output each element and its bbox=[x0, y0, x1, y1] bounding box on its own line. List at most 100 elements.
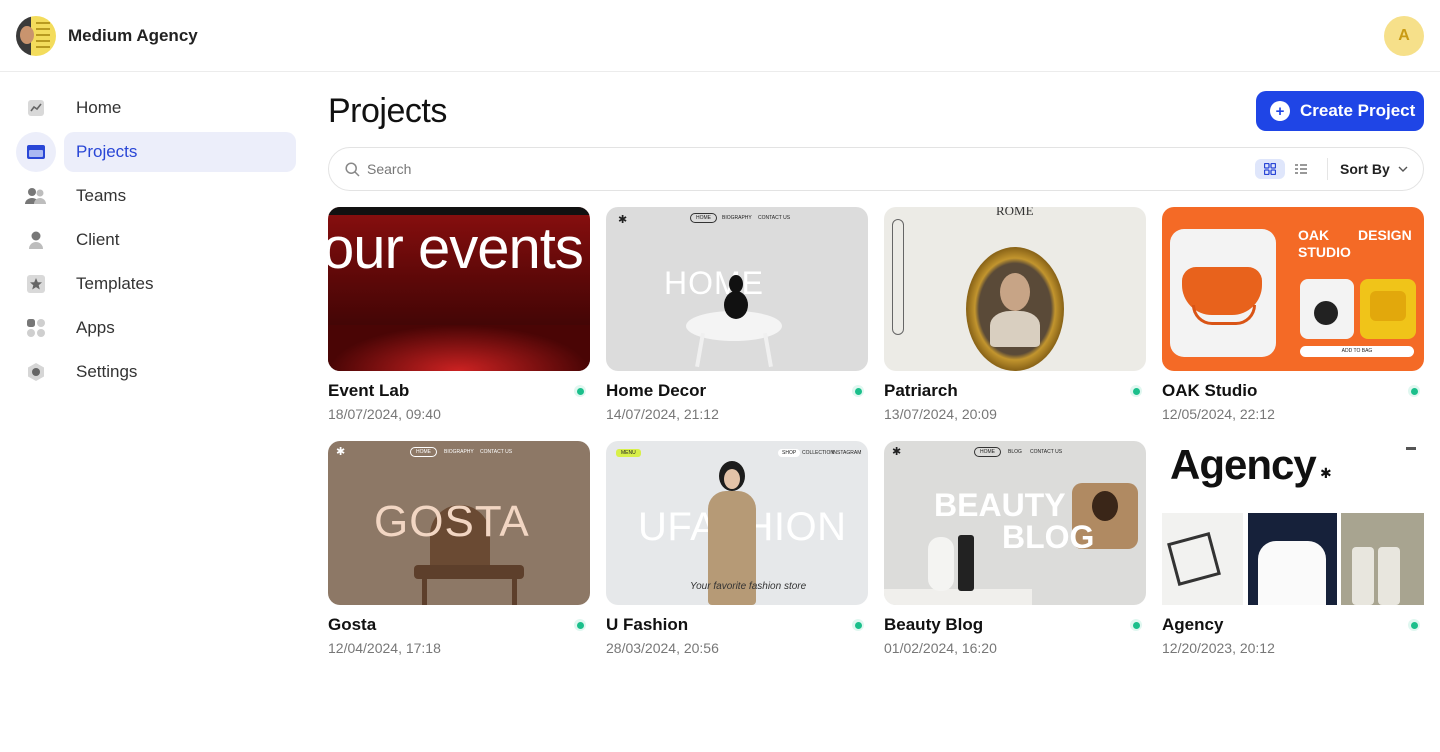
thumb-nav-item: INSTAGRAM bbox=[832, 450, 862, 456]
project-card[interactable]: Agency ✱ Agency 12/20/2023, 20:12 bbox=[1162, 441, 1424, 661]
project-date: 12/20/2023, 20:12 bbox=[1162, 640, 1275, 656]
project-name: Patriarch bbox=[884, 381, 958, 400]
sort-by-dropdown[interactable]: Sort By bbox=[1340, 161, 1408, 177]
project-thumbnail[interactable]: ✱ HOME BIOGRAPHY CONTACT US GOSTA bbox=[328, 441, 590, 605]
sidebar-item-settings[interactable]: Settings bbox=[16, 352, 296, 392]
project-date: 14/07/2024, 21:12 bbox=[606, 406, 719, 422]
project-card[interactable]: ✱ HOME BIOGRAPHY CONTACT US GOSTA Gosta … bbox=[328, 441, 590, 661]
plus-icon: + bbox=[1270, 101, 1290, 121]
search-icon bbox=[345, 162, 360, 182]
project-card[interactable]: MENU SHOP COLLECTION INSTAGRAM UFASHION … bbox=[606, 441, 868, 661]
create-project-label: Create Project bbox=[1300, 101, 1416, 120]
apps-icon bbox=[16, 308, 56, 348]
project-name: Home Decor bbox=[606, 381, 707, 400]
sidebar-item-home[interactable]: Home bbox=[16, 88, 296, 128]
project-name: Beauty Blog bbox=[884, 615, 984, 634]
project-date: 01/02/2024, 16:20 bbox=[884, 640, 997, 656]
thumb-heading: our events bbox=[328, 216, 584, 281]
sidebar-item-label: Apps bbox=[76, 318, 115, 337]
sidebar-item-client[interactable]: Client bbox=[16, 220, 296, 260]
project-date: 18/07/2024, 09:40 bbox=[328, 406, 441, 422]
project-card[interactable]: OAK STUDIO DESIGN ADD TO BAG OAK Studio … bbox=[1162, 207, 1424, 427]
thumb-heading: HOME bbox=[664, 265, 764, 301]
thumb-nav-item: CONTACT US bbox=[1030, 449, 1063, 455]
sidebar-item-label: Projects bbox=[76, 142, 138, 161]
thumb-nav-item: CONTACT US bbox=[758, 215, 791, 221]
logo-icon: ✱ bbox=[892, 446, 902, 458]
chevron-down-icon bbox=[1398, 166, 1408, 172]
thumb-heading: GOSTA bbox=[374, 497, 530, 546]
search-bar: Sort By bbox=[328, 147, 1424, 191]
divider bbox=[1327, 158, 1328, 180]
project-name: Event Lab bbox=[328, 381, 410, 400]
team-icon bbox=[16, 176, 56, 216]
sidebar-item-projects[interactable]: Projects bbox=[16, 132, 296, 172]
thumb-nav-item: BIOGRAPHY bbox=[722, 215, 752, 221]
project-name: Gosta bbox=[328, 615, 377, 634]
status-indicator bbox=[852, 619, 864, 631]
thumb-heading: OAK STUDIO bbox=[1298, 227, 1351, 260]
thumb-nav-item: COLLECTION bbox=[802, 450, 834, 456]
logo-icon: ✱ bbox=[336, 446, 346, 458]
project-card[interactable]: ROME Patriarch 13/07/2024, 20:09 bbox=[884, 207, 1146, 427]
thumb-subtitle: Your favorite fashion store bbox=[690, 581, 807, 592]
project-thumbnail[interactable]: MENU SHOP COLLECTION INSTAGRAM UFASHION … bbox=[606, 441, 868, 605]
page-title: Projects bbox=[328, 92, 447, 130]
asterisk-icon: ✱ bbox=[1320, 465, 1332, 481]
org-avatar[interactable] bbox=[16, 16, 56, 56]
thumb-nav-item: HOME bbox=[690, 213, 717, 223]
grid-icon bbox=[1264, 163, 1276, 175]
project-name: U Fashion bbox=[606, 615, 689, 634]
user-icon bbox=[16, 220, 56, 260]
project-thumbnail[interactable]: ROME bbox=[884, 207, 1146, 371]
thumb-heading: Agency bbox=[1170, 441, 1317, 488]
project-date: 13/07/2024, 20:09 bbox=[884, 406, 997, 422]
sidebar-item-label: Client bbox=[76, 230, 120, 249]
thumb-heading: ROME bbox=[996, 207, 1034, 218]
thumb-nav-item: CONTACT US bbox=[480, 449, 513, 455]
logo-icon: ✱ bbox=[618, 214, 628, 226]
thumb-heading-2: DESIGN bbox=[1358, 227, 1412, 243]
project-date: 12/04/2024, 17:18 bbox=[328, 640, 441, 656]
chart-icon bbox=[16, 88, 56, 128]
menu-badge: MENU bbox=[616, 449, 641, 457]
list-icon bbox=[1295, 164, 1307, 174]
project-name: OAK Studio bbox=[1162, 381, 1258, 400]
grid-view-button[interactable] bbox=[1255, 159, 1285, 179]
folder-icon bbox=[16, 132, 56, 172]
thumb-nav-item: BIOGRAPHY bbox=[444, 449, 474, 455]
status-indicator bbox=[1408, 385, 1420, 397]
gear-icon bbox=[16, 352, 56, 392]
sidebar-item-teams[interactable]: Teams bbox=[16, 176, 296, 216]
sidebar-item-templates[interactable]: Templates bbox=[16, 264, 296, 304]
project-name: Agency bbox=[1162, 615, 1224, 634]
thumb-nav-item: BLOG bbox=[1008, 449, 1022, 455]
sidebar-item-label: Settings bbox=[76, 362, 138, 381]
create-project-button[interactable]: + Create Project bbox=[1256, 91, 1424, 131]
sidebar-item-label: Home bbox=[76, 98, 122, 117]
star-icon bbox=[16, 264, 56, 304]
project-card[interactable]: our events Event Lab 18/07/2024, 09:40 bbox=[328, 207, 590, 427]
project-thumbnail[interactable]: ✱ HOME BLOG CONTACT US BEAUTY BLOG bbox=[884, 441, 1146, 605]
thumb-nav-item: SHOP bbox=[778, 449, 801, 457]
project-thumbnail[interactable]: OAK STUDIO DESIGN ADD TO BAG bbox=[1162, 207, 1424, 371]
project-date: 12/05/2024, 22:12 bbox=[1162, 406, 1275, 422]
status-indicator bbox=[852, 385, 864, 397]
project-thumbnail[interactable]: ✱ HOME BIOGRAPHY CONTACT US HOME bbox=[606, 207, 868, 371]
project-thumbnail[interactable]: our events bbox=[328, 207, 590, 371]
project-card[interactable]: ✱ HOME BIOGRAPHY CONTACT US HOME Home De… bbox=[606, 207, 868, 427]
search-input[interactable] bbox=[367, 158, 1067, 180]
project-thumbnail[interactable]: Agency ✱ bbox=[1162, 441, 1424, 605]
sidebar: Home Projects Teams Client Templates App… bbox=[16, 88, 296, 396]
view-toggle bbox=[1255, 159, 1315, 179]
sort-by-label: Sort By bbox=[1340, 161, 1390, 177]
project-card[interactable]: ✱ HOME BLOG CONTACT US BEAUTY BLOG Beaut… bbox=[884, 441, 1146, 661]
sidebar-item-label: Templates bbox=[76, 274, 154, 293]
list-view-button[interactable] bbox=[1287, 159, 1315, 179]
thumb-nav-item: HOME bbox=[410, 447, 437, 457]
org-name[interactable]: Medium Agency bbox=[68, 26, 198, 46]
user-avatar[interactable]: A bbox=[1384, 16, 1424, 56]
sidebar-item-apps[interactable]: Apps bbox=[16, 308, 296, 348]
status-indicator bbox=[574, 619, 586, 631]
thumb-nav-item: HOME bbox=[974, 447, 1001, 457]
